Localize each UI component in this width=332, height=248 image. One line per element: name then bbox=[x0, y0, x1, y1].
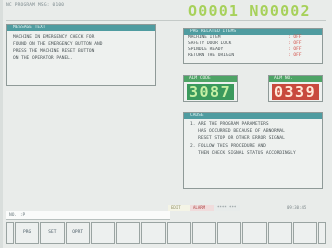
softkey-prg[interactable]: PRG bbox=[15, 222, 40, 244]
softkey-next[interactable] bbox=[318, 222, 326, 244]
message-line: MACHINE IN EMERGENCY CHECK FOR bbox=[13, 35, 95, 40]
alarm-number-heading: ALM NO. bbox=[269, 76, 322, 82]
softkey-oprt[interactable]: OPRT bbox=[65, 222, 90, 244]
mode-indicator: EDIT bbox=[168, 205, 190, 211]
status-row: RETURN THE ORIGIN : OFF bbox=[184, 53, 322, 59]
cause-line: THEN CHECK SIGNAL STATUS ACCORDINGLY bbox=[190, 150, 296, 156]
message-panel: MESSAGE TEXT MACHINE IN EMERGENCY CHECK … bbox=[6, 24, 156, 86]
message-text: MACHINE IN EMERGENCY CHECK FOR FOUND ON T… bbox=[7, 31, 155, 62]
status-label: RETURN THE ORIGIN bbox=[188, 53, 235, 58]
softkey-return[interactable] bbox=[6, 222, 14, 244]
softkey-10[interactable] bbox=[242, 222, 267, 244]
status-panel: PRG RELATED ITEMS MACHINE ITEM: OFF SAFE… bbox=[183, 28, 323, 64]
softkey-5[interactable] bbox=[116, 222, 141, 244]
cause-line: 1. ARE THE PROGRAM PARAMETERS bbox=[190, 122, 269, 127]
alarm-number-value: 0339 bbox=[272, 84, 319, 100]
alarm-code-heading: ALM CODE bbox=[184, 76, 237, 82]
status-value: : OFF bbox=[288, 53, 302, 58]
alarm-code-value: 3087 bbox=[187, 84, 234, 100]
message-line: PRESS THE MACHINE RESET BUTTON bbox=[13, 49, 95, 54]
status-indicator: **** *** bbox=[214, 205, 240, 211]
alarm-indicator: ALARM bbox=[190, 205, 214, 211]
softkey-8[interactable] bbox=[191, 222, 216, 244]
softkey-12[interactable] bbox=[292, 222, 317, 244]
cause-line: RESET STOP OR OTHER ERROR SIGNAL bbox=[190, 136, 285, 142]
softkey-4[interactable] bbox=[90, 222, 115, 244]
softkey-6[interactable] bbox=[141, 222, 166, 244]
softkey-set[interactable]: SET bbox=[40, 222, 65, 244]
cause-panel: CAUSE 1. ARE THE PROGRAM PARAMETERS HAS … bbox=[183, 112, 323, 189]
screen-left-edge bbox=[0, 0, 3, 248]
softkey-7[interactable] bbox=[166, 222, 191, 244]
clock-readout: 09:30:45 bbox=[287, 205, 307, 210]
header-divider bbox=[6, 20, 326, 21]
alarm-number-display: ALM NO. 0339 bbox=[268, 75, 323, 102]
softkey-11[interactable] bbox=[267, 222, 292, 244]
message-line: ON THE OPERATOR PANEL. bbox=[13, 56, 73, 61]
alarm-code-display: ALM CODE 3087 bbox=[183, 75, 238, 102]
softkey-9[interactable] bbox=[217, 222, 242, 244]
message-line: FOUND ON THE EMERGENCY BUTTON AND bbox=[13, 42, 103, 47]
key-input-line[interactable]: NO. :P bbox=[6, 211, 170, 220]
screen-title: NC PROGRAM MSG: 0100 bbox=[6, 3, 65, 8]
softkey-bar: PRG SET OPRT bbox=[6, 222, 326, 244]
cause-text: 1. ARE THE PROGRAM PARAMETERS HAS OCCURR… bbox=[184, 119, 322, 157]
cause-line: HAS OCCURRED BECAUSE OF ABNORMAL bbox=[190, 129, 285, 135]
program-number: O0001 N00002 bbox=[188, 2, 311, 20]
cause-line: 2. FOLLOW THIS PROCEDURE AND bbox=[190, 143, 266, 149]
